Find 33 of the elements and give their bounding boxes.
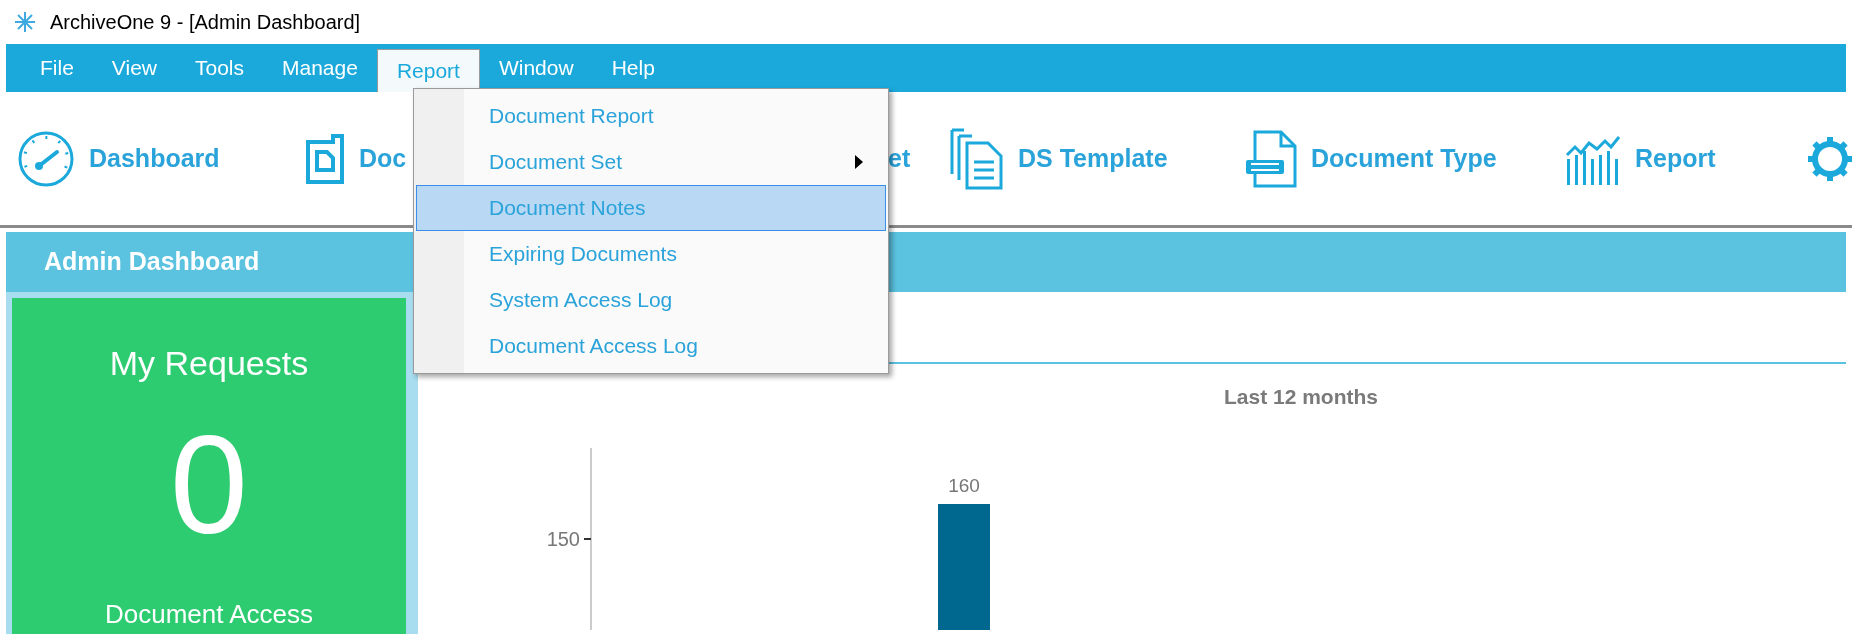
- menu-item[interactable]: Report: [376, 49, 480, 92]
- dropdown-item[interactable]: Document Report: [416, 93, 886, 139]
- toolbar-button[interactable]: Doc: [359, 139, 407, 178]
- menu-item[interactable]: Window: [479, 44, 593, 92]
- dropdown-item[interactable]: Document Notes: [416, 185, 886, 231]
- menu-item[interactable]: Manage: [263, 44, 377, 92]
- panel-title: Admin Dashboard: [44, 246, 260, 278]
- toolbar-button[interactable]: DS Template: [1018, 139, 1168, 178]
- toolbar-button[interactable]: et: [888, 139, 911, 178]
- dropdown-item[interactable]: Expiring Documents: [416, 231, 886, 277]
- card-caption: Document Access: [104, 598, 314, 631]
- documents-icon: [950, 127, 1004, 190]
- window-title: ArchiveOne 9 - [Admin Dashboard]: [50, 10, 361, 35]
- file-type-icon: [1245, 129, 1297, 188]
- card-title: My Requests: [109, 343, 309, 384]
- menu-item[interactable]: View: [92, 44, 176, 92]
- menu-item[interactable]: File: [21, 44, 93, 92]
- bar-value-label: 160: [948, 475, 980, 496]
- app-logo-icon: [14, 11, 36, 33]
- tick-mark: [583, 538, 592, 540]
- document-icon: [305, 131, 345, 186]
- dropdown-item[interactable]: Document Access Log: [416, 323, 886, 369]
- dropdown-item[interactable]: System Access Log: [416, 277, 886, 323]
- chart-title: Last 12 months: [1224, 385, 1378, 408]
- speedometer-icon: [17, 129, 75, 188]
- menu-item[interactable]: Help: [592, 44, 674, 92]
- toolbar-button[interactable]: Dashboard: [89, 139, 220, 178]
- tick-label: 150: [546, 528, 580, 550]
- dropdown-item[interactable]: Document Set: [416, 139, 886, 185]
- menu-item[interactable]: Tools: [176, 44, 263, 92]
- toolbar-button[interactable]: Report: [1635, 139, 1716, 178]
- request-count: 0: [170, 415, 248, 555]
- toolbar-button[interactable]: Document Type: [1311, 139, 1497, 178]
